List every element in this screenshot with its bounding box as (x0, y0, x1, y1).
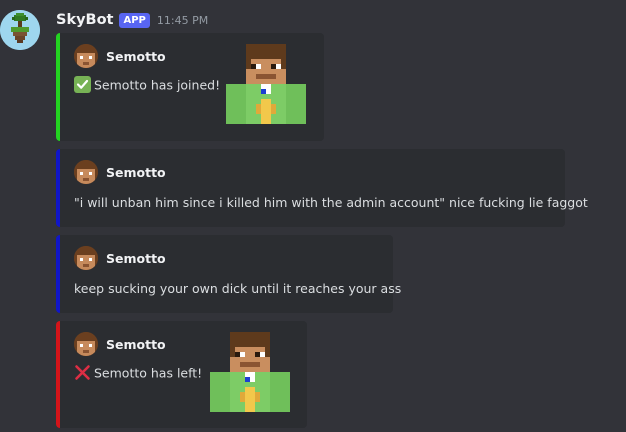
embed-author-name[interactable]: Semotto (106, 49, 166, 64)
author-avatar-icon (74, 44, 98, 68)
check-mark-icon (74, 76, 91, 96)
embed-left: Semotto Semotto has left! (56, 321, 307, 428)
embed-description: keep sucking your own dick until it reac… (74, 281, 402, 296)
minecraft-skin-icon (226, 44, 306, 124)
embed-joined: Semotto Semotto has joined! (56, 33, 324, 141)
embed-chat-message: Semotto "i will unban him since i killed… (56, 149, 588, 227)
embed-author-name[interactable]: Semotto (106, 337, 166, 352)
embed-description-text: Semotto has left! (94, 365, 203, 381)
embed-author: Semotto (74, 160, 166, 184)
embed-description: Semotto has left! (74, 364, 202, 384)
embed-chat-message: Semotto keep sucking your own dick until… (56, 235, 401, 313)
chat-message: SkyBot APP 11:45 PM Semotto Semotto has … (0, 0, 626, 432)
embed-description: Semotto has joined! (74, 76, 220, 96)
embed-description-text: Semotto has joined! (94, 77, 221, 93)
app-badge: APP (119, 12, 150, 28)
message-header: SkyBot APP 11:45 PM (56, 10, 208, 30)
bot-avatar[interactable] (0, 10, 40, 50)
embed-author: Semotto (74, 44, 166, 68)
author-avatar-icon (74, 246, 98, 270)
bot-username[interactable]: SkyBot (56, 12, 113, 28)
minecraft-skin-icon (210, 332, 290, 412)
embed-author: Semotto (74, 246, 166, 270)
skin-thumbnail[interactable] (226, 44, 306, 124)
message-timestamp[interactable]: 11:45 PM (157, 14, 208, 27)
skin-thumbnail[interactable] (210, 332, 290, 412)
embed-description: "i will unban him since i killed him wit… (74, 195, 588, 210)
embed-author-name[interactable]: Semotto (106, 251, 166, 266)
skyblock-island-icon (0, 10, 40, 50)
embed-author: Semotto (74, 332, 166, 356)
author-avatar-icon (74, 160, 98, 184)
cross-mark-icon (74, 364, 91, 384)
embed-author-name[interactable]: Semotto (106, 165, 166, 180)
author-avatar-icon (74, 332, 98, 356)
